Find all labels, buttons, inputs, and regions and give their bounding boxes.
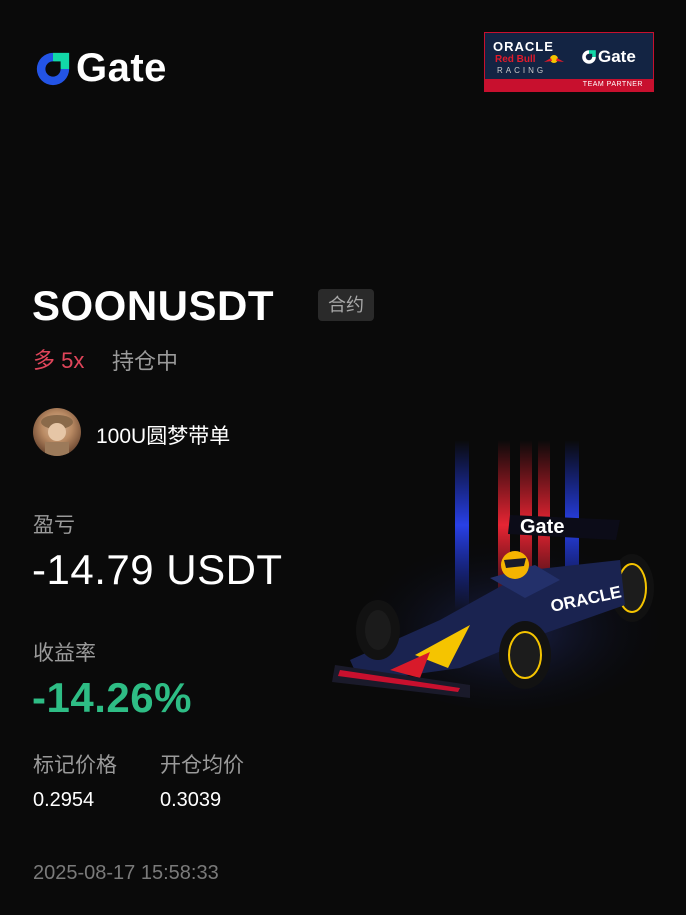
- mark-price-label: 标记价格: [33, 754, 117, 777]
- gate-logo: Gate: [34, 46, 167, 91]
- partner-footer: TEAM PARTNER: [485, 79, 653, 91]
- position-status: 持仓中: [112, 349, 179, 374]
- car-gate-livery: Gate: [520, 516, 564, 538]
- avatar-icon: [33, 408, 81, 456]
- trading-pair: SOONUSDT: [32, 282, 275, 329]
- partner-gate-logo: Gate: [581, 47, 636, 67]
- position-side: 多 5x: [33, 348, 85, 373]
- mark-price-value: 0.2954: [33, 789, 95, 811]
- partner-racing-text: RACING: [497, 66, 547, 75]
- timestamp: 2025-08-17 15:58:33: [33, 862, 219, 884]
- open-price-value: 0.3039: [160, 789, 222, 811]
- red-bull-icon: [544, 55, 564, 63]
- gate-logo-text: Gate: [76, 46, 167, 90]
- pnl-value: -14.79 USDT: [32, 546, 283, 593]
- gate-logo-icon: [36, 52, 70, 85]
- return-rate-value: -14.26%: [32, 674, 192, 721]
- partner-oracle-text: ORACLE: [493, 39, 554, 54]
- team-partner-badge: ORACLE Red Bull RACING Gate TEAM PARTNER: [484, 32, 654, 92]
- pnl-label: 盈亏: [33, 514, 75, 537]
- open-price-label: 开仓均价: [160, 754, 244, 777]
- gate-logo-icon: [582, 50, 596, 64]
- partner-gate-text: Gate: [598, 47, 636, 66]
- return-rate-label: 收益率: [33, 642, 96, 665]
- contract-tag: 合约: [318, 289, 374, 321]
- trader-name: 100U圆梦带单: [96, 425, 231, 448]
- partner-redbull-text: Red Bull: [495, 54, 536, 65]
- f1-car-image: Gate ORACLE: [332, 440, 680, 710]
- avatar-portrait: [41, 415, 73, 456]
